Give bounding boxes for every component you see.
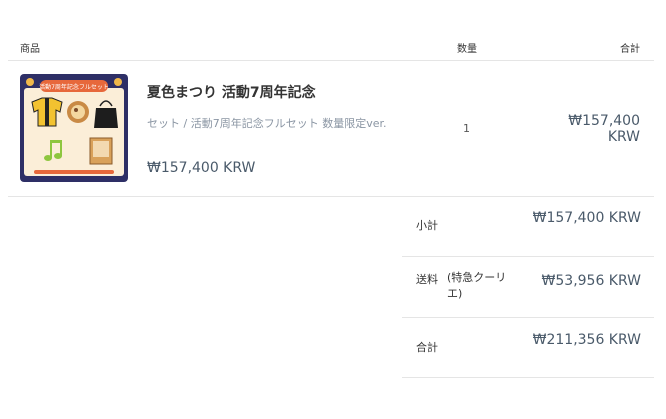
product-variant: セット / 活動7周年記念フルセット 数量限定ver. (147, 117, 387, 130)
summary-divider (402, 256, 654, 257)
product-thumbnail[interactable]: 活動7周年記念フルセット (20, 74, 128, 182)
subtotal-row: 小計 ₩157,400 KRW (402, 210, 654, 242)
shipping-value: ₩53,956 KRW (541, 273, 641, 289)
shipping-label: 送料 (416, 273, 438, 286)
shipping-row: 送料 (特急クーリエ) ₩53,956 KRW (402, 270, 654, 304)
subtotal-label: 小計 (416, 219, 438, 232)
header-total: 合計 (620, 44, 640, 55)
header-quantity: 数量 (457, 44, 477, 55)
total-row: 合計 ₩211,356 KRW (402, 331, 654, 363)
subtotal-value: ₩157,400 KRW (532, 210, 641, 226)
item-divider (8, 196, 654, 197)
product-name[interactable]: 夏色まつり 活動7周年記念 (147, 82, 316, 102)
product-quantity: 1 (463, 122, 470, 135)
photo-card-icon (89, 137, 113, 165)
header-divider (8, 60, 654, 61)
summary-divider (402, 377, 654, 378)
product-unit-price: ₩157,400 KRW (147, 160, 256, 176)
header-product: 商品 (20, 44, 40, 55)
thumbnail-banner-text: 活動7周年記念フルセット (39, 83, 109, 91)
badge-icon (67, 101, 89, 123)
shipping-method: (特急クーリエ) (447, 271, 507, 300)
summary-divider (402, 317, 654, 318)
product-line-total: ₩157,400 KRW (568, 113, 640, 145)
total-value: ₩211,356 KRW (532, 332, 641, 348)
total-label: 合計 (416, 341, 438, 354)
